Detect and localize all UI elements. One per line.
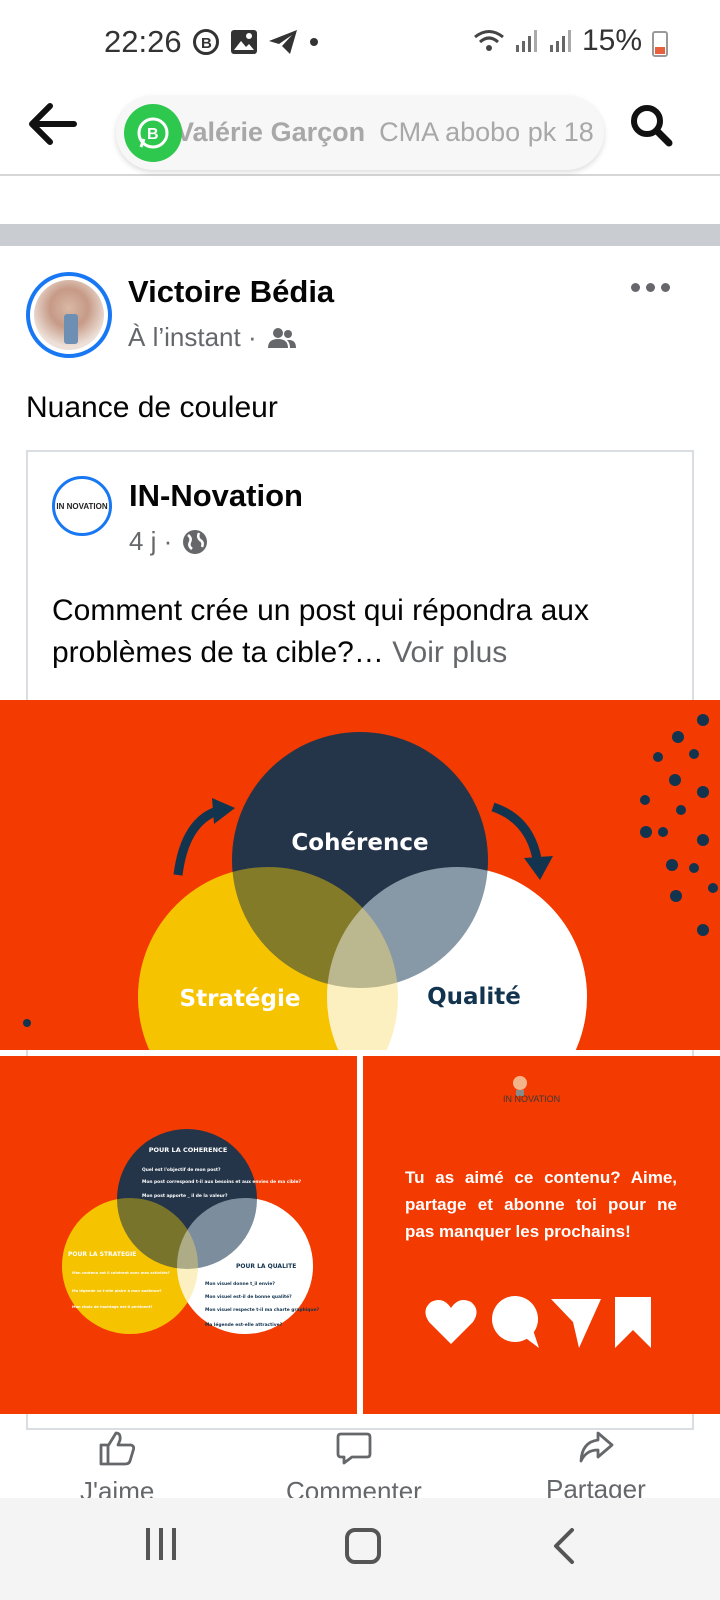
- feed-divider: [0, 224, 720, 246]
- send-icon: [551, 1299, 601, 1348]
- like-button[interactable]: J'aime: [80, 1430, 154, 1507]
- globe-icon: [183, 529, 208, 554]
- status-right: 15%: [472, 24, 664, 58]
- detail-coherence-title: POUR LA COHERENCE: [149, 1146, 228, 1154]
- dot-icon: [310, 38, 318, 46]
- cta-text: Tu as aimé ce contenu? Aime, partage et …: [405, 1168, 677, 1241]
- post-image-cta[interactable]: IN NOVATION Tu as aimé ce contenu? Aime,…: [363, 1056, 720, 1414]
- post-image-main[interactable]: Cohérence Stratégie Qualité: [0, 700, 720, 1050]
- more-options-icon[interactable]: [631, 283, 670, 292]
- venn-label-qualite: Qualité: [427, 984, 521, 1010]
- search-icon[interactable]: [628, 102, 674, 148]
- back-arrow-icon[interactable]: [24, 100, 78, 150]
- detail-coherence-item: Mon post apporte _ il de la valeur?: [142, 1193, 228, 1199]
- wifi-icon: [474, 30, 504, 51]
- nav-back-icon[interactable]: [552, 1528, 576, 1564]
- post-meta: À l’instant ·: [128, 322, 297, 353]
- detail-qualite-item: Mon visuel est-il de bonne qualité?: [205, 1293, 292, 1300]
- comment-bubble-icon: [492, 1296, 539, 1348]
- share-button[interactable]: Partager: [546, 1430, 646, 1505]
- svg-text:B: B: [201, 35, 212, 52]
- friends-icon: [267, 327, 296, 348]
- post-time[interactable]: À l’instant ·: [128, 322, 257, 353]
- notification-icons: B: [192, 28, 320, 56]
- signal-icon: [515, 30, 537, 52]
- top-bar: Valérie Garçon CMA abobo pk 18: [0, 86, 720, 176]
- post-text: Nuance de couleur: [26, 391, 278, 424]
- system-nav-bar: [0, 1498, 720, 1600]
- detail-coherence-item: Mon post correspond t-il aux besoins et …: [142, 1179, 301, 1185]
- shared-time[interactable]: 4 j ·: [129, 526, 172, 557]
- venn-label-coherence: Cohérence: [291, 830, 428, 856]
- detail-strategie-item: Ma légende va t-elle plaire à mon audien…: [72, 1289, 162, 1293]
- detail-qualite-item: Mon visuel donne t_il envie?: [205, 1281, 275, 1287]
- bookmark-icon: [615, 1297, 651, 1348]
- detail-qualite-item: Ma légende est-elle attractive?: [205, 1321, 283, 1328]
- detail-coherence-item: Quel est l'objectif de mon post?: [142, 1167, 221, 1173]
- post-author[interactable]: Victoire Bédia: [128, 274, 334, 310]
- shared-author[interactable]: IN-Novation: [129, 478, 303, 514]
- detail-strategie-item: Mon choix de hashtags est-il pertinent?: [72, 1305, 152, 1309]
- telegram-icon: [269, 30, 297, 54]
- status-bar: 22:26 B 15%: [0, 0, 720, 86]
- cta-brand: IN NOVATION: [503, 1094, 561, 1104]
- battery-icon: [652, 31, 668, 57]
- venn-label-strategie: Stratégie: [180, 986, 301, 1012]
- home-button[interactable]: [345, 1528, 381, 1564]
- gallery-icon: [231, 30, 257, 54]
- whatsapp-business-icon[interactable]: B: [124, 104, 182, 162]
- shared-text-body: Comment crée un post qui répondra aux pr…: [52, 594, 589, 669]
- business-b-icon: B: [193, 29, 219, 55]
- status-time: 22:26: [104, 24, 182, 59]
- detail-strategie-title: POUR LA STRATEGIE: [68, 1251, 136, 1258]
- detail-strategie-item: Mon contenu est il cohérent avec mes act…: [72, 1271, 170, 1275]
- chat-head-subtitle: CMA abobo pk 18: [379, 117, 594, 147]
- recent-apps-button[interactable]: [146, 1528, 176, 1560]
- share-icon: [579, 1431, 614, 1463]
- chat-head-bubble[interactable]: Valérie Garçon CMA abobo pk 18: [116, 96, 604, 170]
- signal-icon: [549, 30, 571, 52]
- shared-avatar[interactable]: IN NOVATION: [52, 476, 112, 536]
- detail-qualite-title: POUR LA QUALITE: [236, 1263, 296, 1270]
- chat-head-name: Valérie Garçon: [176, 117, 366, 147]
- comment-button[interactable]: Commenter: [286, 1430, 422, 1507]
- svg-text:B: B: [147, 126, 159, 143]
- shared-text: Comment crée un post qui répondra aux pr…: [52, 590, 692, 674]
- post-image-detail[interactable]: POUR LA COHERENCE Quel est l'objectif de…: [0, 1056, 357, 1414]
- see-more-link[interactable]: Voir plus: [392, 636, 507, 669]
- thumbs-up-icon: [99, 1431, 136, 1466]
- battery-percent: 15%: [581, 24, 642, 57]
- shared-avatar-logo: IN NOVATION: [56, 501, 108, 511]
- comment-icon: [336, 1432, 372, 1465]
- post-actions: J'aime Commenter Partager: [0, 1430, 720, 1506]
- heart-icon: [425, 1300, 477, 1344]
- shared-meta: 4 j ·: [129, 526, 208, 557]
- avatar[interactable]: [26, 272, 112, 358]
- detail-qualite-item: Mon visuel respecte t-il ma charte graph…: [205, 1307, 320, 1313]
